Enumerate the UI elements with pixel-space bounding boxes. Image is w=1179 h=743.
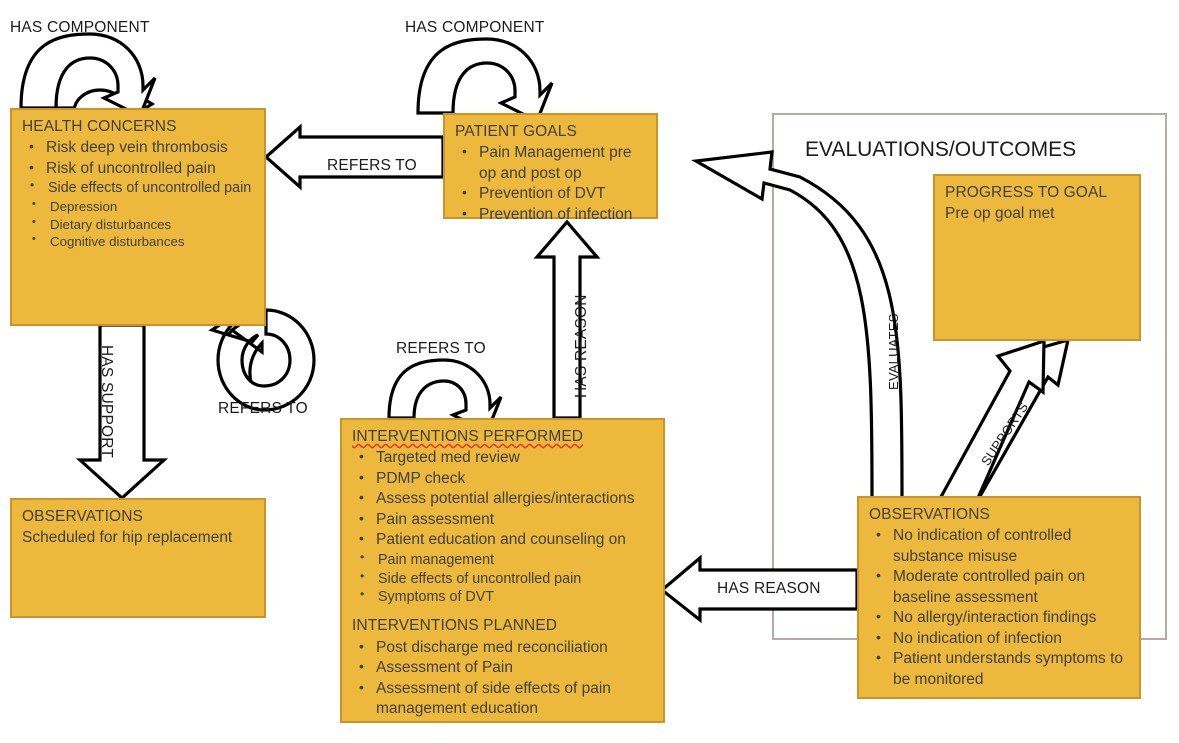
observations-left-line: Scheduled for hip replacement [22, 529, 233, 547]
list-item: Patient education and counseling on [352, 529, 655, 550]
label-refers-to-goals-to-concerns: REFERS TO [327, 157, 417, 174]
list-item: Pain assessment [352, 509, 655, 530]
label-has-support: HAS SUPPORT [98, 345, 115, 459]
list-item: Risk deep vein thrombosis [22, 137, 256, 158]
observations-right-title: OBSERVATIONS [869, 506, 990, 523]
node-patient-goals[interactable]: PATIENT GOALS Pain Management pre op and… [443, 113, 658, 223]
list-item: No indication of infection [869, 628, 1131, 649]
observations-right-list: No indication of controlled substance mi… [869, 525, 1131, 690]
list-item: No allergy/interaction findings [869, 607, 1131, 628]
has-support-arrow [75, 323, 169, 501]
label-has-component-goals: HAS COMPONENT [405, 19, 545, 36]
label-has-component-left: HAS COMPONENT [10, 19, 150, 36]
node-observations-right[interactable]: OBSERVATIONS No indication of controlled… [857, 496, 1141, 699]
list-item: PDMP check [352, 468, 655, 489]
interventions-performed-title: INTERVENTIONS PERFORMED [352, 428, 584, 445]
node-health-concerns[interactable]: HEALTH CONCERNS Risk deep vein thrombosi… [10, 108, 266, 326]
list-item: Prevention of DVT [455, 183, 648, 204]
patient-goals-list: Pain Management pre op and post op Preve… [455, 142, 648, 225]
label-has-reason-left: HAS REASON [717, 580, 821, 597]
health-concerns-title: HEALTH CONCERNS [22, 118, 177, 135]
interventions-performed-sublist: Pain management Side effects of uncontro… [352, 550, 655, 608]
node-interventions[interactable]: INTERVENTIONS PERFORMED Targeted med rev… [340, 418, 665, 723]
label-refers-to-concerns-self: REFERS TO [218, 400, 308, 417]
list-item: Cognitive disturbances [22, 232, 256, 251]
interventions-performed-list: Targeted med review PDMP check Assess po… [352, 447, 655, 550]
list-item: Moderate controlled pain on baseline ass… [869, 566, 1131, 608]
list-item: Targeted med review [352, 447, 655, 468]
patient-goals-title: PATIENT GOALS [455, 123, 577, 140]
interventions-planned-title: INTERVENTIONS PLANNED [352, 617, 558, 635]
evaluates-arrow [691, 150, 904, 500]
list-item: Side effects of uncontrolled pain [352, 569, 655, 589]
node-progress-to-goal[interactable]: PROGRESS TO GOAL Pre op goal met [933, 174, 1141, 341]
label-evaluates: EVALUATES [886, 313, 901, 390]
health-concerns-subsublist: Depression Dietary disturbances Cognitiv… [22, 197, 256, 251]
list-item: Pain Management pre op and post op [455, 142, 648, 184]
list-item: Prevention of infection [455, 204, 648, 225]
list-item: Risk of uncontrolled pain [22, 158, 256, 179]
label-has-reason-up: HAS REASON [573, 294, 590, 398]
health-concerns-sublist: Side effects of uncontrolled pain [22, 178, 256, 198]
list-item: Side effects of uncontrolled pain [22, 178, 256, 198]
label-refers-to-interventions-self: REFERS TO [396, 340, 486, 357]
list-item: No indication of controlled substance mi… [869, 525, 1131, 567]
observations-left-title: OBSERVATIONS [22, 508, 143, 525]
list-item: Pain management [352, 550, 655, 570]
node-observations-left[interactable]: OBSERVATIONS Scheduled for hip replaceme… [10, 498, 266, 618]
list-item: Symptoms of DVT [352, 587, 655, 607]
list-item: Post discharge med reconciliation [352, 637, 655, 658]
list-item: Depression [22, 197, 256, 216]
interventions-planned-list: Post discharge med reconciliation Assess… [352, 637, 655, 720]
has-component-goals-arrow [416, 37, 554, 124]
list-item: Assess potential allergies/interactions [352, 488, 655, 509]
diagram-canvas: EVALUATIONS/OUTCOMES HAS COMPONENT HAS C… [0, 0, 1179, 743]
list-item: Dietary disturbances [22, 215, 256, 234]
list-item: Patient understands symptoms to be monit… [869, 648, 1131, 690]
progress-to-goal-title: PROGRESS TO GOAL [945, 184, 1108, 201]
progress-to-goal-line: Pre op goal met [945, 205, 1055, 223]
health-concerns-list: Risk deep vein thrombosis Risk of uncont… [22, 137, 256, 179]
list-item: Assessment of Pain [352, 657, 655, 678]
list-item: Assessment of side effects of pain manag… [352, 678, 655, 720]
